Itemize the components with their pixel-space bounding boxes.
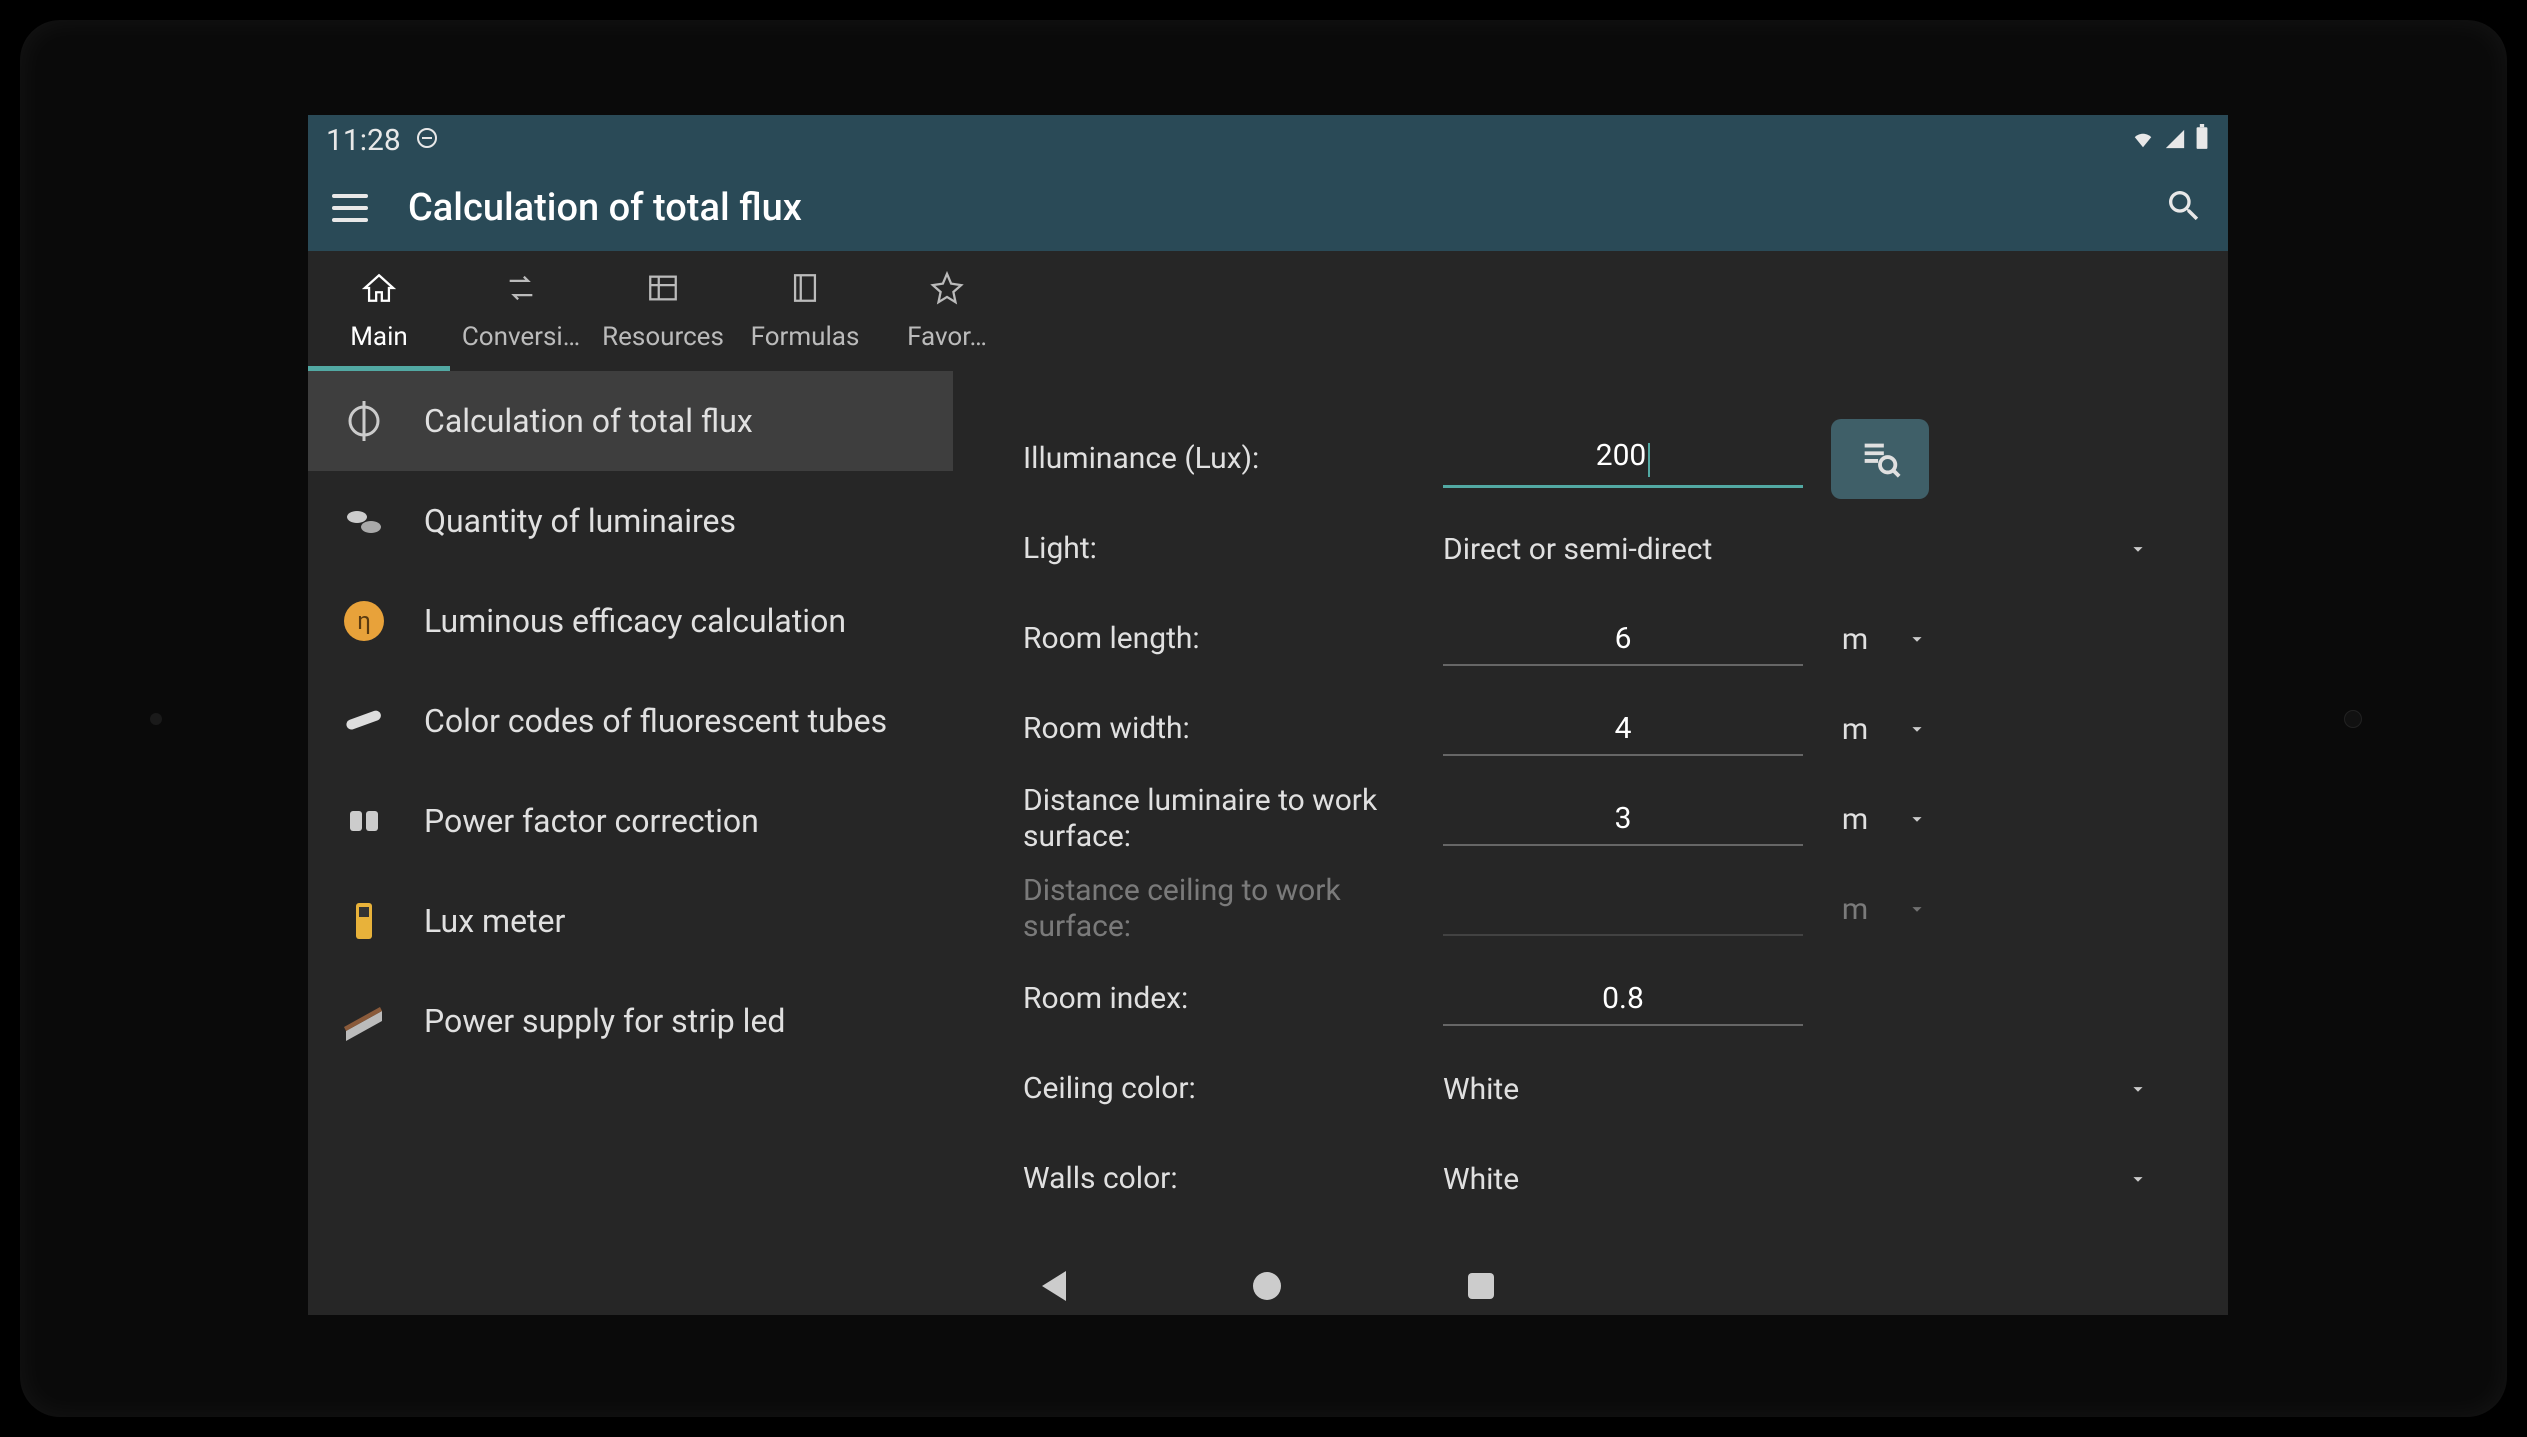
label-dist-luminaire: Distance luminaire to work surface: [1023,783,1443,855]
label-illuminance: Illuminance (Lux): [1023,441,1443,477]
tab-bar: Main Conversi… Resources Formulas Favor… [308,251,2228,371]
label-walls-color: Walls color: [1023,1161,1443,1197]
input-room-length[interactable] [1443,613,1803,666]
unit-select-room-width[interactable] [1897,709,1937,749]
menu-icon[interactable] [332,194,368,222]
tab-label: Conversi… [462,322,580,352]
star-icon [930,271,964,312]
tab-label: Favor… [907,322,987,352]
tab-conversions[interactable]: Conversi… [450,251,592,371]
sidebar-item-total-flux[interactable]: Calculation of total flux [308,371,953,471]
home-icon [362,271,396,312]
nav-back-button[interactable] [1042,1271,1066,1301]
capacitor-icon [336,793,392,849]
tab-main[interactable]: Main [308,251,450,371]
tab-label: Formulas [751,322,860,352]
search-icon[interactable] [2164,186,2204,230]
sidebar-item-lux-meter[interactable]: Lux meter [308,871,953,971]
grid-icon [646,271,680,312]
sidebar[interactable]: Calculation of total flux Quantity of lu… [308,371,953,1315]
unit-dist-luminaire: m [1827,802,1883,837]
select-walls-color[interactable]: White [1443,1159,2158,1199]
book-icon [788,271,822,312]
select-walls-color-value: White [1443,1162,1519,1197]
select-ceiling-color-value: White [1443,1072,1519,1107]
input-dist-luminaire[interactable] [1443,793,1803,846]
row-room-width: Room width: m [1023,689,2158,769]
page-title: Calculation of total flux [408,186,2124,230]
svg-text:η: η [357,607,371,635]
sidebar-item-label: Luminous efficacy calculation [424,601,846,641]
select-ceiling-color[interactable]: White [1443,1069,2158,1109]
sidebar-item-luminaires[interactable]: Quantity of luminaires [308,471,953,571]
label-room-length: Room length: [1023,621,1443,657]
luxmeter-icon [336,893,392,949]
unit-select-dist-ceiling [1897,889,1937,929]
do-not-disturb-icon [415,123,439,158]
row-dist-luminaire: Distance luminaire to work surface: m [1023,779,2158,859]
select-light[interactable]: Direct or semi-direct [1443,529,2158,569]
strip-icon [336,993,392,1049]
row-walls-color: Walls color: White [1023,1139,2158,1219]
eta-icon: η [336,593,392,649]
row-light: Light: Direct or semi-direct [1023,509,2158,589]
sidebar-item-label: Quantity of luminaires [424,501,736,541]
tab-formulas[interactable]: Formulas [734,251,876,371]
wifi-icon [2130,123,2156,158]
sidebar-item-label: Color codes of fluorescent tubes [424,701,887,741]
app-bar: Calculation of total flux [308,165,2228,251]
signal-icon [2164,123,2186,158]
chevron-down-icon [2118,1069,2158,1109]
sidebar-item-power-factor[interactable]: Power factor correction [308,771,953,871]
chevron-down-icon [2118,1159,2158,1199]
sidebar-item-color-codes[interactable]: Color codes of fluorescent tubes [308,671,953,771]
label-room-index: Room index: [1023,981,1443,1017]
lookup-button[interactable] [1831,419,1929,499]
label-dist-ceiling: Distance ceiling to work surface: [1023,873,1443,945]
text-caret [1648,443,1650,477]
lamps-icon [336,493,392,549]
nav-home-button[interactable] [1253,1272,1281,1300]
label-ceiling-color: Ceiling color: [1023,1071,1443,1107]
unit-room-width: m [1827,712,1883,747]
tab-resources[interactable]: Resources [592,251,734,371]
row-dist-ceiling: Distance ceiling to work surface: m [1023,869,2158,949]
unit-dist-ceiling: m [1827,892,1883,927]
tab-label: Resources [602,322,724,352]
row-room-index: Room index: [1023,959,2158,1039]
input-illuminance[interactable]: 200 [1443,430,1803,489]
sidebar-item-label: Power factor correction [424,801,759,841]
convert-icon [504,271,538,312]
phi-icon [336,393,392,449]
row-illuminance: Illuminance (Lux): 200 [1023,419,2158,499]
nav-recent-button[interactable] [1468,1273,1494,1299]
input-room-width[interactable] [1443,703,1803,756]
unit-room-length: m [1827,622,1883,657]
select-light-value: Direct or semi-direct [1443,532,1712,567]
battery-icon [2194,123,2210,158]
form-panel: Illuminance (Lux): 200 Light: Direct or … [953,371,2228,1315]
status-bar: 11:28 [308,115,2228,165]
input-dist-ceiling [1443,883,1803,936]
input-room-index[interactable] [1443,973,1803,1026]
unit-select-room-length[interactable] [1897,619,1937,659]
sidebar-item-strip-led[interactable]: Power supply for strip led [308,971,953,1071]
tab-label: Main [350,322,408,352]
chevron-down-icon [2118,529,2158,569]
label-room-width: Room width: [1023,711,1443,747]
unit-select-dist-luminaire[interactable] [1897,799,1937,839]
tube-icon [336,693,392,749]
status-time: 11:28 [326,123,401,158]
tab-favorites[interactable]: Favor… [876,251,1018,371]
sidebar-item-label: Lux meter [424,901,565,941]
sidebar-item-efficacy[interactable]: η Luminous efficacy calculation [308,571,953,671]
row-room-length: Room length: m [1023,599,2158,679]
sidebar-item-label: Calculation of total flux [424,401,753,441]
row-ceiling-color: Ceiling color: White [1023,1049,2158,1129]
sidebar-item-label: Power supply for strip led [424,1001,785,1041]
label-light: Light: [1023,531,1443,567]
